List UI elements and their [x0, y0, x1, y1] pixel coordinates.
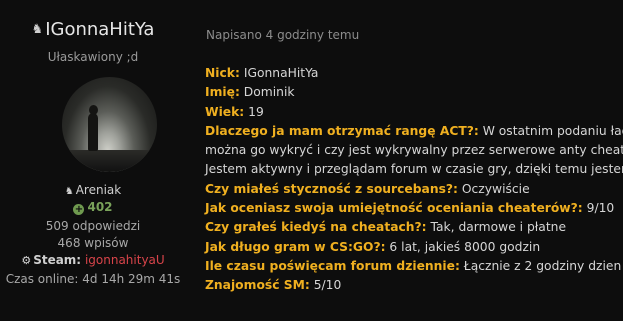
author-group-label: Areniak — [75, 183, 122, 197]
post-body: Nick: IGonnaHitYa Imię: Dominik Wiek: 19… — [205, 64, 623, 296]
answer-text: 9/10 — [582, 201, 615, 216]
author-username-text[interactable]: IGonnaHitYa — [45, 19, 154, 40]
question-label: Jak długo gram w CS:GO?: — [205, 239, 386, 254]
answer-text: Jestem aktywny i przeglądam forum w czas… — [205, 162, 623, 177]
post-line: Jestem aktywny i przeglądam forum w czas… — [205, 160, 623, 179]
steam-info: ⚙ Steam: igonnahityaU — [0, 253, 186, 267]
answer-text: Tak, darmowe i płatne — [426, 220, 567, 235]
avatar-ground — [62, 150, 157, 172]
avatar-figure-body — [88, 113, 98, 151]
steam-icon: ⚙ — [21, 254, 32, 267]
posts-count: 468 wpisów — [57, 236, 129, 250]
question-label: Nick: — [205, 66, 240, 80]
answer-text: 19 — [244, 104, 264, 119]
post-line: Dlaczego ja mam otrzymać rangę ACT?: W o… — [205, 122, 623, 141]
question-label: Imię: — [205, 85, 240, 100]
author-group: ♞ Areniak — [0, 183, 186, 197]
question-label: Czy grałeś kiedyś na cheatach?: — [205, 220, 427, 235]
post-line: Jak oceniasz swoja umiejętność oceniania… — [205, 199, 623, 218]
question-label: Dlaczego ja mam otrzymać rangę ACT?: — [205, 123, 479, 138]
replies-count: 509 odpowiedzi — [45, 219, 141, 233]
answer-text: IGonnaHitYa — [239, 66, 319, 80]
question-label: Czy miałeś styczność z sourcebans?: — [205, 181, 458, 196]
post-line: Czy grałeś kiedyś na cheatach?: Tak, dar… — [205, 218, 623, 237]
post-line: Nick: IGonnaHitYa — [205, 64, 623, 83]
post-line: Czy miałeś styczność z sourcebans?: Oczy… — [205, 180, 623, 199]
post-line: Imię: Dominik — [205, 83, 623, 102]
reputation-value: 402 — [87, 200, 113, 214]
answer-text: W ostatnim podaniu ład — [478, 123, 623, 138]
author-sidebar: ♞ IGonnaHitYa Ułaskawiony ;d ♞ Areniak +40… — [0, 0, 186, 321]
answer-text: 5/10 — [309, 278, 342, 293]
answer-text: Dominik — [239, 85, 295, 100]
spartan-helmet-icon: ♞ — [31, 22, 44, 37]
question-label: Znajomość SM: — [205, 278, 310, 293]
question-label: Ile czasu poświęcam forum dziennie: — [205, 258, 460, 273]
answer-text: Oczywiście — [457, 181, 530, 196]
post-timestamp: Napisano 4 godziny temu — [206, 28, 360, 42]
post-line: Ile czasu poświęcam forum dziennie: Łącz… — [205, 257, 623, 276]
avatar[interactable] — [62, 77, 157, 172]
answer-text: 6 lat, jakieś 8000 godzin — [385, 239, 541, 254]
steam-profile-link[interactable]: igonnahityaU — [85, 253, 165, 267]
reputation-badge[interactable]: +402 — [0, 200, 186, 215]
answer-text: można go wykryć i czy jest wykrywalny pr… — [205, 143, 623, 158]
post-line: Znajomość SM: 5/10 — [205, 276, 623, 295]
plus-circle-icon: + — [73, 204, 85, 215]
author-username[interactable]: ♞ IGonnaHitYa — [0, 19, 186, 41]
group-helmet-icon: ♞ — [64, 186, 74, 197]
answer-text: Łącznie z 2 godziny dzien — [459, 258, 622, 273]
author-rank-title: Ułaskawiony ;d — [47, 50, 139, 64]
question-label: Jak oceniasz swoja umiejętność oceniania… — [205, 201, 583, 216]
steam-label: Steam: — [33, 253, 82, 267]
post-line: można go wykryć i czy jest wykrywalny pr… — [205, 141, 623, 160]
post-line: Jak długo gram w CS:GO?: 6 lat, jakieś 8… — [205, 238, 623, 257]
post-line: Wiek: 19 — [205, 103, 623, 122]
question-label: Wiek: — [205, 104, 245, 119]
online-time: Czas online: 4d 14h 29m 41s — [5, 272, 181, 286]
